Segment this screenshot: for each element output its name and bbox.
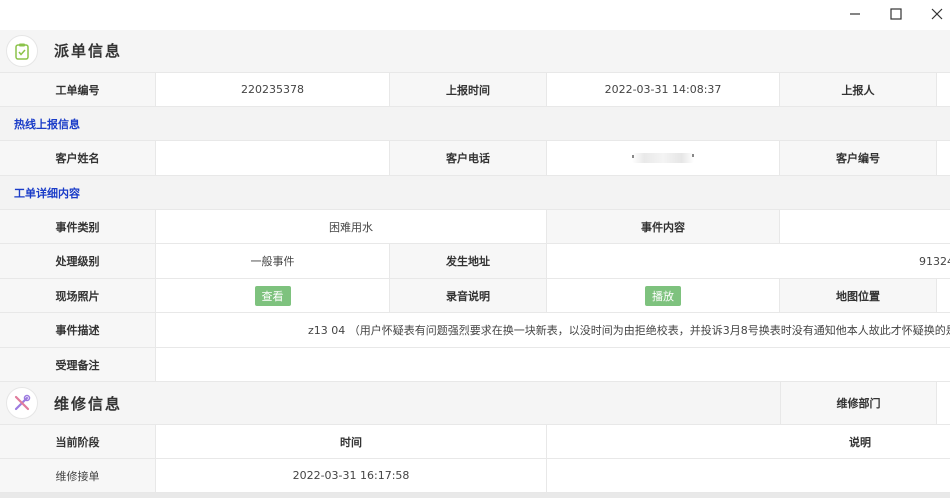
customer-phone-label: 客户电话 [390,141,547,175]
level-value: 一般事件 [156,244,390,278]
photo-label: 现场照片 [0,279,156,312]
report-time-label: 上报时间 [390,73,547,106]
reporter-value [937,73,950,106]
address-label: 发生地址 [390,244,547,278]
repair-dept-value [937,382,950,424]
repair-dept-label: 维修部门 [780,382,937,424]
hotline-subheader: 热线上报信息 [0,107,950,141]
clipboard-icon [6,35,38,67]
description-text: z13 04 （用户怀疑表有问题强烈要求在换一块新表，以没时间为由拒绝校表，并投… [308,324,950,337]
table-row: 现场照片 查看 录音说明 播放 地图位置 [0,279,950,313]
table-row: 客户姓名 客户电话 客户编号 [0,141,950,176]
customer-no-value [937,141,950,175]
table-row: 工单编号 220235378 上报时间 2022-03-31 14:08:37 … [0,72,950,107]
maximize-icon [890,8,902,20]
dispatch-title: 派单信息 [54,42,123,60]
remark-label: 受理备注 [0,348,156,381]
repair-desc-value [547,459,950,492]
order-no-value: 220235378 [156,73,390,106]
reporter-label: 上报人 [780,73,937,106]
dispatch-section-header: 派单信息 [0,30,950,72]
header-desc: 说明 [547,425,950,458]
order-no-label: 工单编号 [0,73,156,106]
repair-section-header: 维修信息 维修部门 [0,382,950,425]
minimize-button[interactable] [832,0,878,28]
map-value [937,279,950,312]
repair-table-header: 当前阶段 时间 说明 [0,425,950,459]
map-label: 地图位置 [780,279,937,312]
report-time-value: 2022-03-31 14:08:37 [547,73,780,106]
table-row: 受理备注 [0,348,950,382]
level-label: 处理级别 [0,244,156,278]
audio-label: 录音说明 [390,279,547,312]
address-value: 913248 [547,244,950,278]
description-label: 事件描述 [0,313,156,347]
masked-phone [632,153,694,163]
repair-title: 维修信息 [54,395,123,413]
tools-icon [6,387,38,419]
repair-time-value: 2022-03-31 16:17:58 [156,459,547,492]
header-time: 时间 [156,425,547,458]
address-text: 913248 [919,254,950,268]
repair-stage-value: 维修接单 [0,459,156,492]
customer-no-label: 客户编号 [780,141,937,175]
maximize-button[interactable] [873,0,919,28]
window-titlebar [0,0,950,28]
event-content-value [780,210,950,243]
play-audio-button[interactable]: 播放 [645,285,681,306]
detail-subheader: 工单详细内容 [0,176,950,210]
view-photo-button[interactable]: 查看 [254,285,291,306]
customer-phone-value [547,141,780,175]
table-row: 事件类别 困难用水 事件内容 [0,210,950,244]
table-row: 处理级别 一般事件 发生地址 913248 [0,244,950,279]
close-button[interactable] [914,0,950,28]
description-value: z13 04 （用户怀疑表有问题强烈要求在换一块新表，以没时间为由拒绝校表，并投… [156,313,950,347]
remark-value [156,348,950,381]
event-type-label: 事件类别 [0,210,156,243]
customer-name-label: 客户姓名 [0,141,156,175]
bottom-strip [0,493,950,498]
header-desc-text: 说明 [849,435,871,449]
header-stage: 当前阶段 [0,425,156,458]
table-row: 事件描述 z13 04 （用户怀疑表有问题强烈要求在换一块新表，以没时间为由拒绝… [0,313,950,348]
event-content-label: 事件内容 [547,210,780,243]
customer-name-value [156,141,390,175]
table-row: 维修接单 2022-03-31 16:17:58 [0,459,950,493]
photo-value: 查看 [156,279,390,312]
minimize-icon [850,13,860,15]
audio-value: 播放 [547,279,780,312]
close-icon [931,8,943,20]
event-type-value: 困难用水 [156,210,547,243]
